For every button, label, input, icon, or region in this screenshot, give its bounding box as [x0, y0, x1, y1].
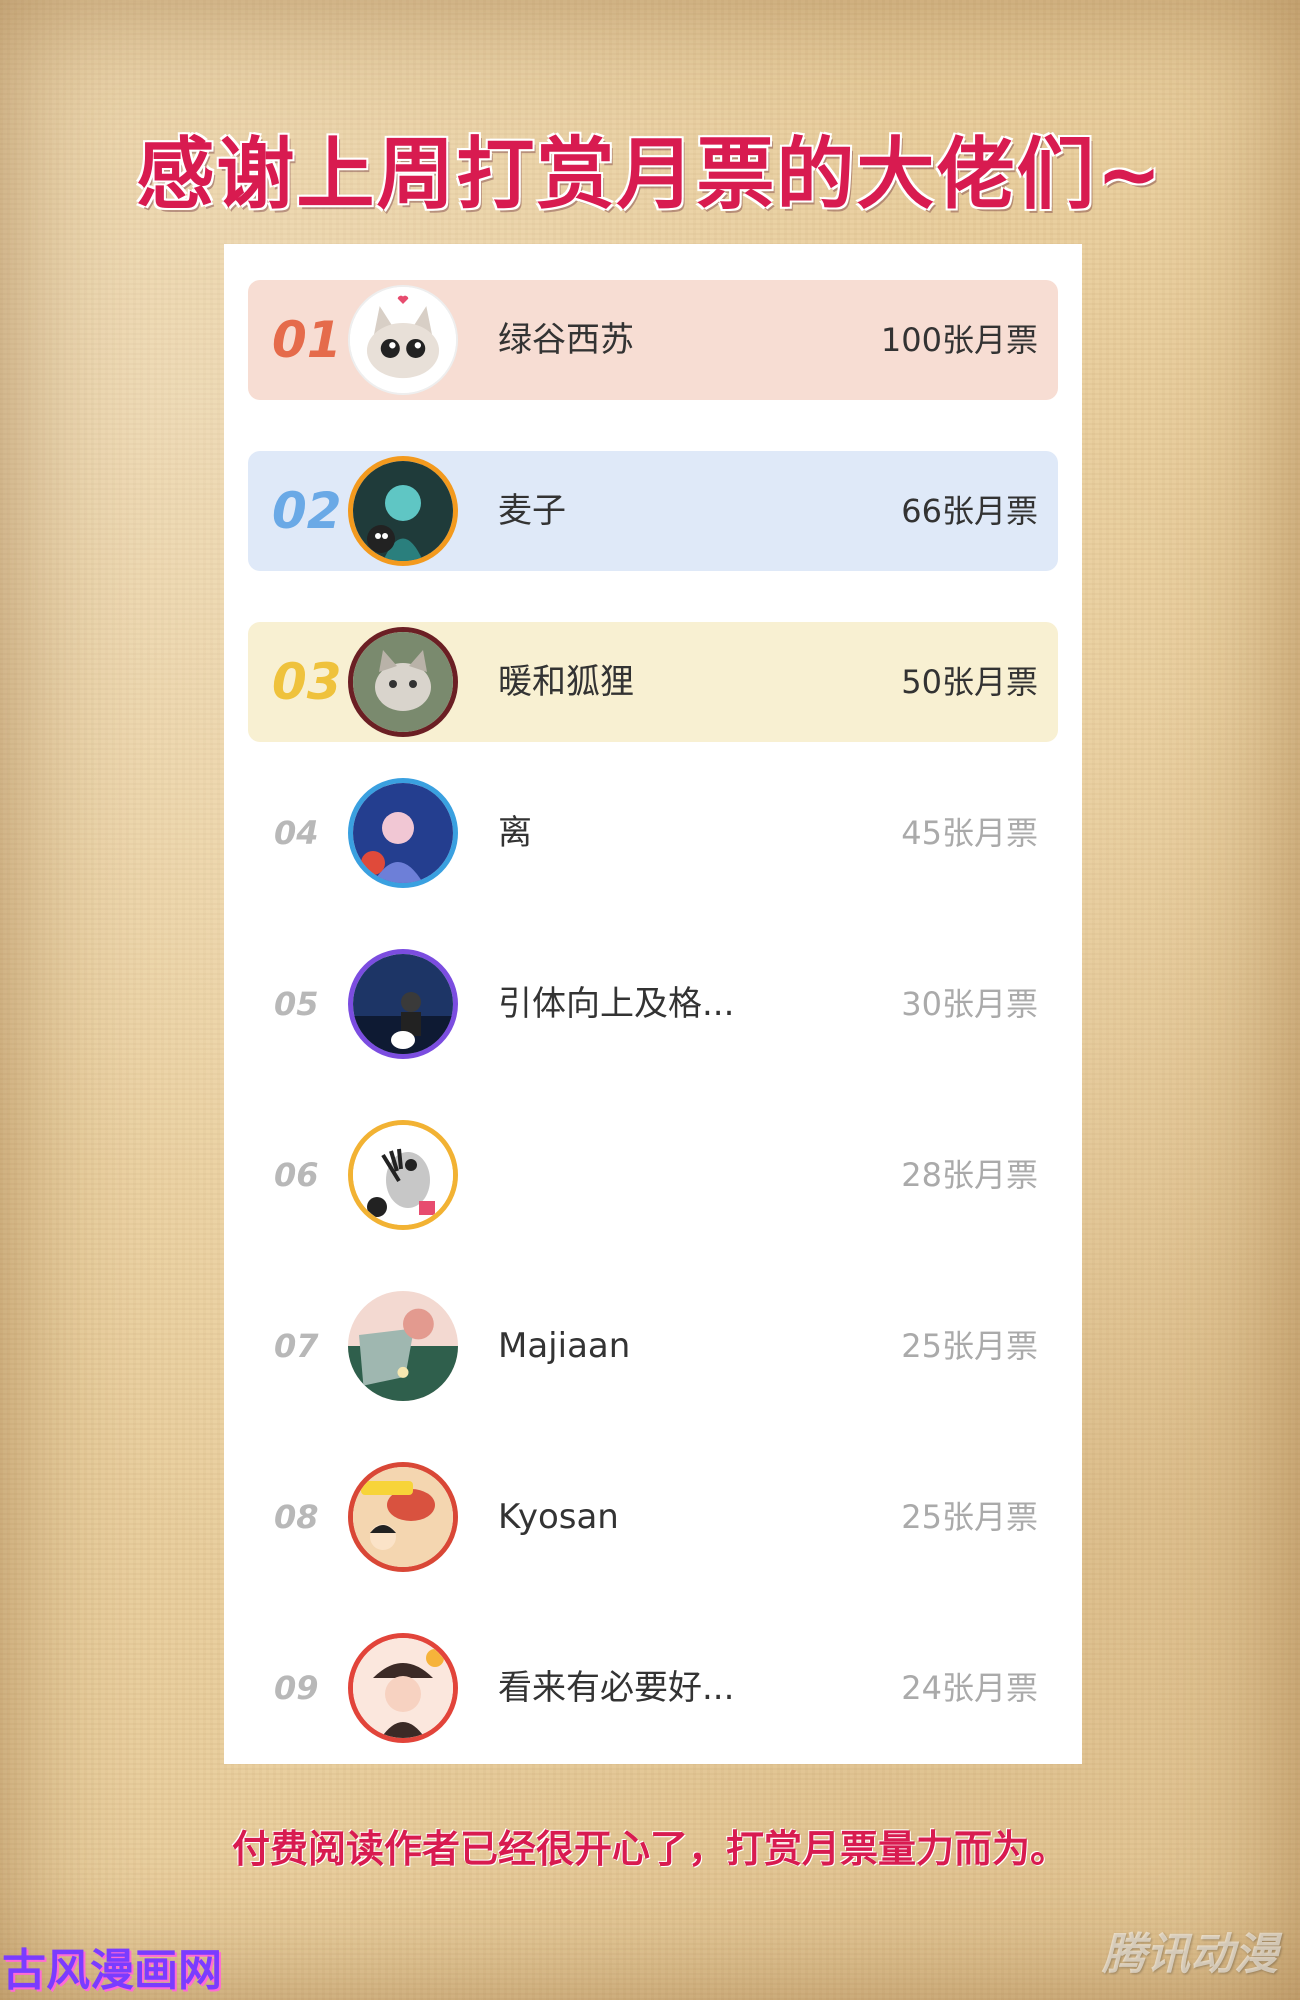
rank-number: 06	[274, 1156, 319, 1194]
rank-number: 05	[274, 985, 319, 1023]
vote-count: 66张月票	[901, 492, 1038, 530]
anime-girl-hat-avatar	[348, 1633, 458, 1743]
vote-count: 100张月票	[880, 321, 1038, 359]
person-photo-avatar	[348, 949, 458, 1059]
site-watermark: 古风漫画网	[2, 1945, 222, 1996]
leaderboard-row: 09 看来有必要好... 24张月票	[248, 1628, 1058, 1748]
user-name: Kyosan	[498, 1497, 619, 1537]
cat-photo-avatar	[348, 627, 458, 737]
leaderboard-row: 01 绿谷西苏 100张月票	[248, 280, 1058, 400]
rank-number: 04	[274, 814, 319, 852]
rank-number: 09	[274, 1669, 319, 1707]
footer-note: 付费阅读作者已经很开心了，打赏月票量力而为。	[231, 1827, 1068, 1871]
vote-count: 25张月票	[901, 1498, 1038, 1536]
user-name: 绿谷西苏	[498, 320, 634, 360]
user-name: 离	[498, 813, 532, 853]
user-name: 引体向上及格...	[498, 984, 735, 1024]
vote-count: 28张月票	[901, 1156, 1038, 1194]
flower-avatar	[348, 1291, 458, 1401]
leaderboard-row: 07 Majiaan 25张月票	[248, 1286, 1058, 1406]
leaderboard-row: 06 28张月票	[248, 1115, 1058, 1235]
leaderboard-row: 08 Kyosan 25张月票	[248, 1457, 1058, 1577]
leaderboard-row: 03 暖和狐狸 50张月票	[248, 622, 1058, 742]
leaderboard-row: 04 离 45张月票	[248, 773, 1058, 893]
rank-number: 02	[272, 482, 342, 540]
rank-number: 01	[272, 311, 342, 369]
leaderboard-card: 01 绿谷西苏 100张月票 02 麦子 66张月票 03 暖和狐狸 50张月票…	[224, 244, 1082, 1764]
rank-number: 03	[272, 653, 342, 711]
anime-girl-avatar	[348, 456, 458, 566]
cartoon-bird-avatar	[348, 1120, 458, 1230]
page-title: 感谢上周打赏月票的大佬们~	[136, 130, 1164, 220]
cartoon-boy-avatar	[348, 1462, 458, 1572]
user-name: 看来有必要好...	[498, 1668, 735, 1708]
leaderboard-row: 02 麦子 66张月票	[248, 451, 1058, 571]
vote-count: 24张月票	[901, 1669, 1038, 1707]
brand-watermark: 腾讯动漫	[1102, 1929, 1278, 1980]
leaderboard-row: 05 引体向上及格... 30张月票	[248, 944, 1058, 1064]
cat-face-avatar	[348, 285, 458, 395]
anime-portrait-avatar	[348, 778, 458, 888]
rank-number: 07	[274, 1327, 319, 1365]
vote-count: 50张月票	[901, 663, 1038, 701]
vote-count: 30张月票	[901, 985, 1038, 1023]
rank-number: 08	[274, 1498, 319, 1536]
vote-count: 25张月票	[901, 1327, 1038, 1365]
user-name: 暖和狐狸	[498, 662, 634, 702]
user-name: 麦子	[498, 491, 566, 531]
user-name: Majiaan	[498, 1326, 631, 1366]
vote-count: 45张月票	[901, 814, 1038, 852]
